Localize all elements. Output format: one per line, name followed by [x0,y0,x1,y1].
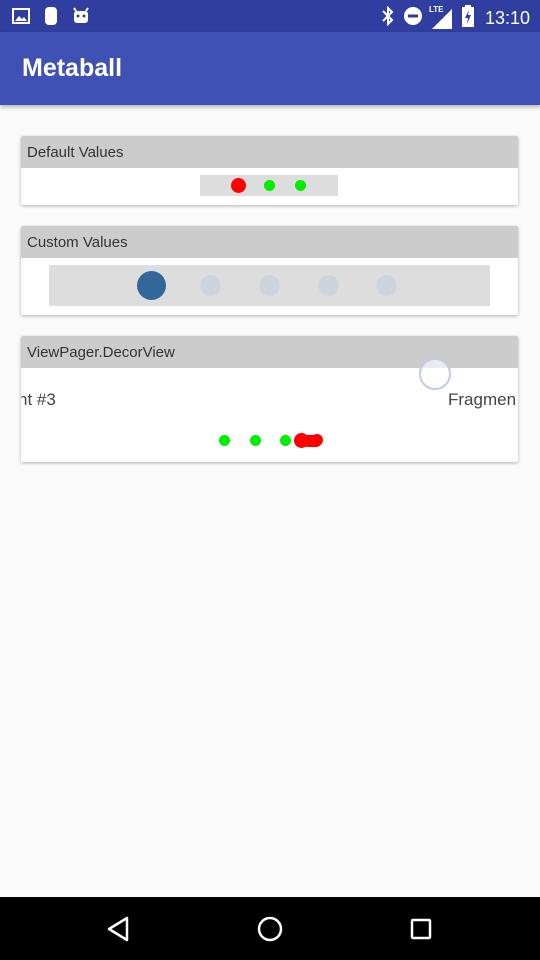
image-icon [12,8,30,29]
back-icon [107,916,129,942]
sd-card-icon [44,6,58,31]
signal-icon: LTE [428,4,453,30]
app-title: Metaball [22,54,123,82]
indicator-dot [280,435,291,446]
indicator-dot [259,275,280,296]
home-button[interactable] [252,911,288,947]
indicator-dot [219,435,230,446]
indicator-dot [264,180,275,191]
default-values-card: Default Values [21,136,518,205]
status-bar: LTE 13:10 [0,0,540,32]
indicator-selected-dot [231,178,246,193]
bluetooth-icon [381,5,395,31]
recents-button[interactable] [403,911,439,947]
custom-indicator[interactable] [49,265,490,306]
status-time: 13:10 [484,8,530,28]
custom-values-card: Custom Values [21,226,518,315]
indicator-dot [318,275,339,296]
indicator-dot [376,275,397,296]
navigation-bar [0,897,540,960]
network-type-label: LTE [428,4,444,14]
indicator-dot [295,180,306,191]
indicator-dot [200,275,221,296]
recents-icon [410,918,432,940]
android-icon [72,7,90,30]
touch-indicator [419,358,451,390]
indicator-selected-metaball-tip [311,434,323,446]
battery-charging-icon [461,5,475,32]
do-not-disturb-icon [403,6,423,31]
app-bar: Metaball [0,32,540,105]
home-icon [257,916,283,942]
indicator-dot [250,435,261,446]
card-header-custom: Custom Values [21,226,518,258]
viewpager-decorview-card: ViewPager.DecorView nt #3 Fragmen [21,336,518,462]
card-header-default: Default Values [21,136,518,168]
back-button[interactable] [100,911,136,947]
indicator-selected-dot [137,271,166,300]
default-indicator[interactable] [200,175,338,196]
pager-page-left-text: nt #3 [21,390,56,409]
pager-page-right-text: Fragmen [448,390,517,409]
